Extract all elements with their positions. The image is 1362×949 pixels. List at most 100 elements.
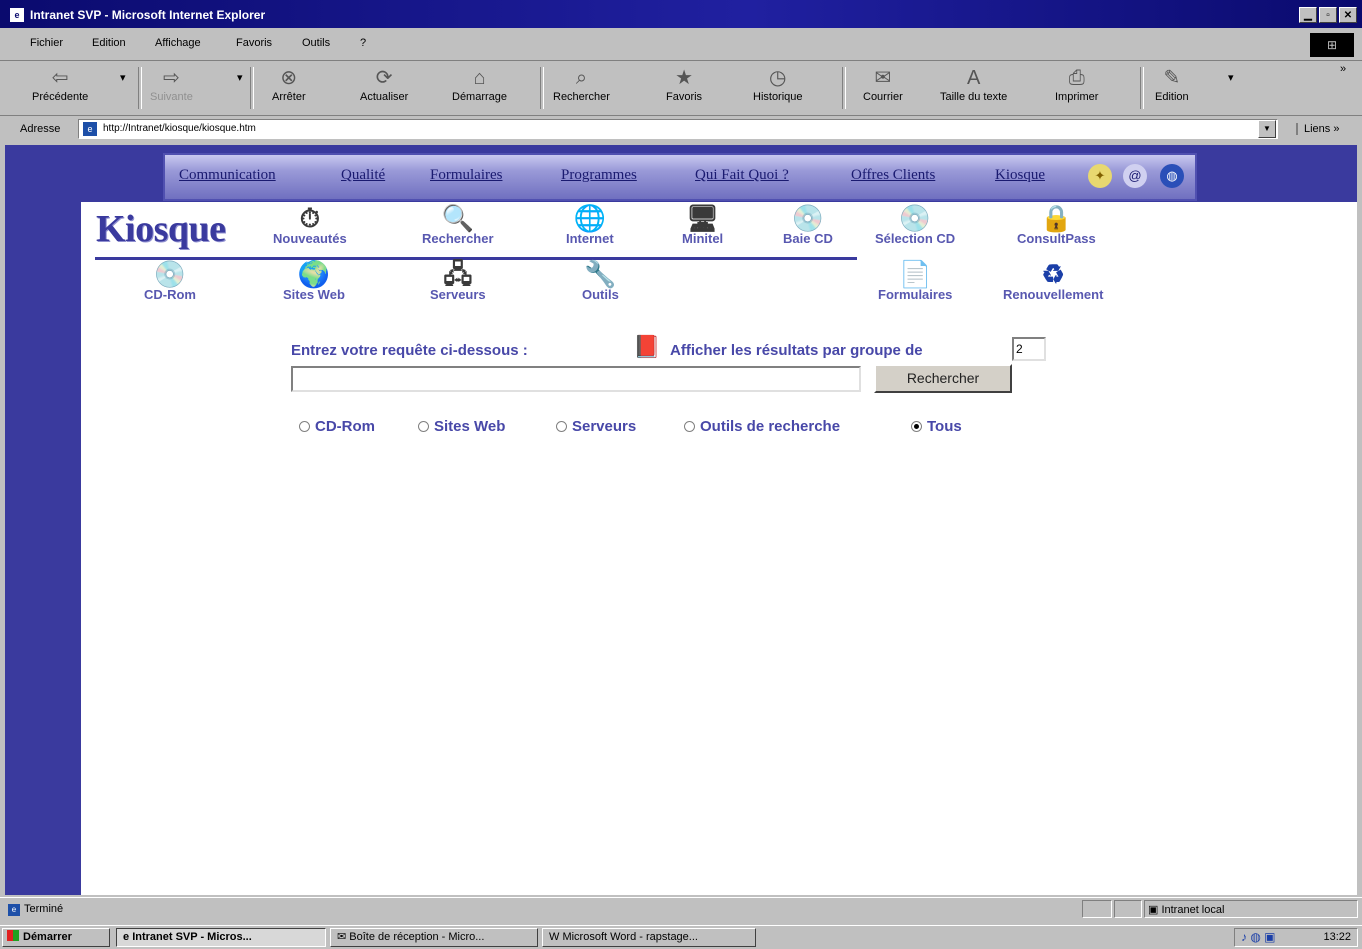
toolbar-separator [138, 67, 142, 109]
cd-selection-icon: 💿 [898, 203, 932, 233]
scope-radio-tous[interactable]: Tous [911, 418, 962, 435]
scope-label: CD-Rom [315, 418, 375, 435]
nav-offres-clients[interactable]: Offres Clients [851, 167, 935, 184]
start-button[interactable]: Démarrer [2, 928, 110, 947]
menu-edition[interactable]: Edition [92, 37, 126, 49]
book-icon: 📕 [633, 334, 661, 359]
kiosque-item-renouvellement[interactable]: ♻ Renouvellement [1003, 259, 1103, 302]
kiosque-item-sites-web[interactable]: 🌍 Sites Web [283, 259, 345, 302]
kiosque-item-internet[interactable]: 🌐 Internet [566, 203, 614, 246]
stop-icon: ⊗ [280, 67, 298, 89]
radio-circle[interactable] [299, 421, 310, 432]
scope-radio-cd-rom[interactable]: CD-Rom [299, 418, 375, 435]
scope-label: Sites Web [434, 418, 506, 435]
kiosque-item-outils[interactable]: 🔧 Outils [582, 259, 619, 302]
menu-favoris[interactable]: Favoris [236, 37, 272, 49]
nav-programmes[interactable]: Programmes [561, 167, 637, 184]
text-size-icon: A [966, 67, 981, 89]
address-bar: Adresse e http://Intranet/kiosque/kiosqu… [0, 116, 1362, 144]
lightbulb-icon[interactable]: ✦ [1088, 164, 1112, 188]
page-done-icon: e [8, 904, 20, 916]
nav-qui-fait-quoi[interactable]: Qui Fait Quoi ? [695, 167, 789, 184]
internet-globe-icon: 🌐 [573, 203, 607, 233]
forward-dropdown-icon[interactable]: ▾ [237, 71, 243, 84]
démarrage-button[interactable]: ⌂ Démarrage [452, 65, 507, 103]
radio-circle[interactable] [556, 421, 567, 432]
toolbar-separator [842, 67, 846, 109]
kiosque-item-cd-rom[interactable]: 💿 CD-Rom [144, 259, 196, 302]
edition-button[interactable]: ✎ Edition [1155, 65, 1189, 103]
group-size-input[interactable] [1012, 337, 1046, 361]
suivante-button[interactable]: ⇨ Suivante [150, 65, 193, 103]
window-title-bar[interactable]: e Intranet SVP - Microsoft Internet Expl… [0, 0, 1362, 28]
favoris-button[interactable]: ★ Favoris [666, 65, 702, 103]
kiosque-item-consultpass[interactable]: 🔒 ConsultPass [1017, 203, 1096, 246]
mail-icon: ✉ [874, 67, 892, 89]
taille-du-texte-button[interactable]: A Taille du texte [940, 65, 1007, 103]
system-tray: ♪ ◍ ▣ 13:22 [1234, 928, 1358, 947]
maximize-button[interactable]: ▫ [1319, 7, 1337, 23]
imprimer-button[interactable]: ⎙ Imprimer [1055, 65, 1098, 103]
address-dropdown-button[interactable]: ▼ [1258, 120, 1276, 138]
toolbar-button-label: Suivante [150, 91, 193, 103]
minitel-icon: 🖥 [686, 203, 720, 233]
task-inbox[interactable]: ✉ Boîte de réception - Micro... [330, 928, 538, 947]
scope-label: Tous [927, 418, 962, 435]
actualiser-button[interactable]: ⟳ Actualiser [360, 65, 408, 103]
search-icon: ⌕ [575, 67, 588, 89]
radio-circle[interactable] [418, 421, 429, 432]
kiosque-item-label: Formulaires [878, 287, 953, 302]
minimize-button[interactable]: ▁ [1299, 7, 1317, 23]
menu-fichier[interactable]: Fichier [30, 37, 63, 49]
search-input[interactable] [291, 366, 861, 392]
search-button[interactable]: Rechercher [874, 364, 1012, 393]
toolbar-more-button[interactable]: » [1340, 63, 1346, 75]
kiosque-item-sélection-cd[interactable]: 💿 Sélection CD [875, 203, 955, 246]
task-word[interactable]: W Microsoft Word - rapstage... [542, 928, 756, 947]
kiosque-item-baie-cd[interactable]: 💿 Baie CD [783, 203, 833, 246]
arrêter-button[interactable]: ⊗ Arrêter [272, 65, 306, 103]
kiosque-item-nouveautés[interactable]: ⏱ Nouveautés [273, 203, 347, 246]
tools-icon: 🔧 [584, 259, 617, 289]
edit-dropdown-icon[interactable]: ▾ [1228, 71, 1234, 84]
address-input[interactable]: e http://Intranet/kiosque/kiosque.htm [78, 119, 1278, 139]
tray-icons[interactable]: ♪ ◍ ▣ [1241, 929, 1275, 946]
kiosque-item-minitel[interactable]: 🖥 Minitel [682, 203, 723, 246]
précédente-button[interactable]: ⇦ Précédente [32, 65, 88, 103]
nav-qualite[interactable]: Qualité [341, 167, 385, 184]
websites-globe-icon: 🌍 [297, 259, 331, 289]
historique-button[interactable]: ◷ Historique [753, 65, 803, 103]
scope-radio-outils-de-recherche[interactable]: Outils de recherche [684, 418, 840, 435]
radio-circle[interactable] [684, 421, 695, 432]
at-sign-icon[interactable]: @ [1123, 164, 1147, 188]
task-intranet[interactable]: e Intranet SVP - Micros... [116, 928, 326, 947]
form-document-icon: 📄 [899, 259, 932, 289]
windows-flag-icon [7, 930, 19, 941]
menu-outils[interactable]: Outils [302, 37, 330, 49]
history-icon: ◷ [769, 67, 787, 89]
kiosque-item-label: Rechercher [422, 231, 494, 246]
servers-icon: 🖧 [443, 259, 473, 289]
scope-radio-serveurs[interactable]: Serveurs [556, 418, 636, 435]
links-button[interactable]: Liens » [1296, 123, 1339, 135]
close-button[interactable]: ✕ [1339, 7, 1357, 23]
kiosque-item-rechercher[interactable]: 🔍 Rechercher [422, 203, 494, 246]
site-nav-bar: Communication Qualité Formulaires Progra… [163, 153, 1197, 201]
courrier-button[interactable]: ✉ Courrier [863, 65, 903, 103]
nav-kiosque[interactable]: Kiosque [995, 167, 1045, 184]
back-dropdown-icon[interactable]: ▾ [120, 71, 126, 84]
radio-circle[interactable] [911, 421, 922, 432]
kiosque-item-label: Serveurs [430, 287, 486, 302]
nav-communication[interactable]: Communication [179, 167, 276, 184]
stopwatch-icon: ⏱ [299, 203, 320, 233]
globe-icon[interactable]: ◍ [1160, 164, 1184, 188]
rechercher-button[interactable]: ⌕ Rechercher [553, 65, 610, 103]
scope-radio-sites-web[interactable]: Sites Web [418, 418, 505, 435]
menu-help[interactable]: ? [360, 37, 366, 49]
kiosque-item-serveurs[interactable]: 🖧 Serveurs [430, 259, 486, 302]
menu-affichage[interactable]: Affichage [155, 37, 201, 49]
cdrom-icon: 💿 [153, 259, 187, 289]
nav-formulaires[interactable]: Formulaires [430, 167, 503, 184]
kiosque-item-label: ConsultPass [1017, 231, 1096, 246]
kiosque-item-formulaires[interactable]: 📄 Formulaires [878, 259, 952, 302]
